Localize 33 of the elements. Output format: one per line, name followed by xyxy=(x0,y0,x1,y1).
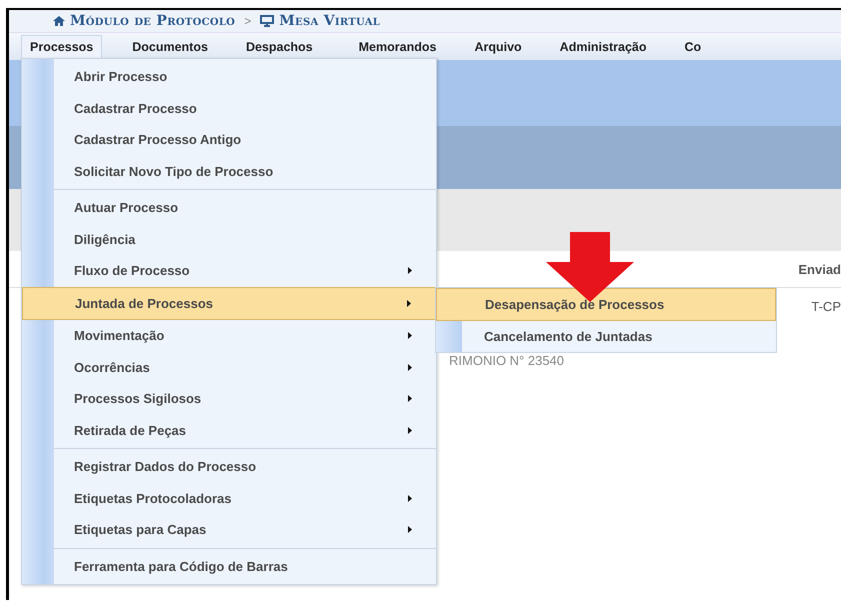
menu-tab[interactable]: Memorandos xyxy=(350,36,444,58)
menu-item[interactable]: Retirada de Peças xyxy=(54,414,436,446)
menu-item[interactable]: Registrar Dados do Processo xyxy=(54,451,436,482)
menu-item[interactable]: Cancelamento de Juntadas xyxy=(462,321,776,352)
menu-item[interactable]: Juntada de Processos xyxy=(22,286,436,320)
breadcrumb-separator: > xyxy=(244,14,252,28)
page-title: Mesa Virtual xyxy=(279,13,380,29)
menu-item[interactable]: Movimentação xyxy=(54,320,436,352)
menu-item[interactable]: Autuar Processo xyxy=(54,192,436,224)
menu-tab[interactable]: Despachos xyxy=(238,36,321,58)
menu-tab[interactable]: Co xyxy=(676,36,710,58)
menu-item[interactable]: Abrir Processo xyxy=(54,61,436,92)
menu-item[interactable]: Solicitar Novo Tipo de Processo xyxy=(54,156,436,187)
home-icon xyxy=(53,16,65,26)
menu-item[interactable]: Cadastrar Processo xyxy=(54,92,436,124)
table-cell: RIMONIO N° 23540 xyxy=(449,352,564,368)
menu-item[interactable]: Cadastrar Processo Antigo xyxy=(54,124,436,156)
menu-item[interactable]: Desapensação de Processos xyxy=(436,288,776,321)
monitor-icon xyxy=(260,15,274,27)
menu-tab[interactable]: Administração xyxy=(552,36,655,58)
menu-item[interactable]: Etiquetas para Capas xyxy=(54,514,436,546)
table-cell: T-CP xyxy=(811,298,841,314)
menu-item[interactable]: Ferramenta para Código de Barras xyxy=(54,550,436,582)
menu-item[interactable]: Processos Sigilosos xyxy=(54,383,436,414)
column-header: Enviad xyxy=(798,262,841,276)
menu-item[interactable]: Etiquetas Protocoladoras xyxy=(54,482,436,514)
module-link[interactable]: Módulo de Protocolo xyxy=(70,13,236,29)
menu-item[interactable]: Fluxo de Processo xyxy=(54,255,436,286)
menu-tab[interactable]: Processos xyxy=(21,35,102,58)
menu-tab[interactable]: Arquivo xyxy=(466,36,530,58)
menu-item[interactable]: Diligência xyxy=(54,224,436,255)
menu-tab[interactable]: Documentos xyxy=(124,36,216,58)
menu-item[interactable]: Ocorrências xyxy=(54,352,436,383)
